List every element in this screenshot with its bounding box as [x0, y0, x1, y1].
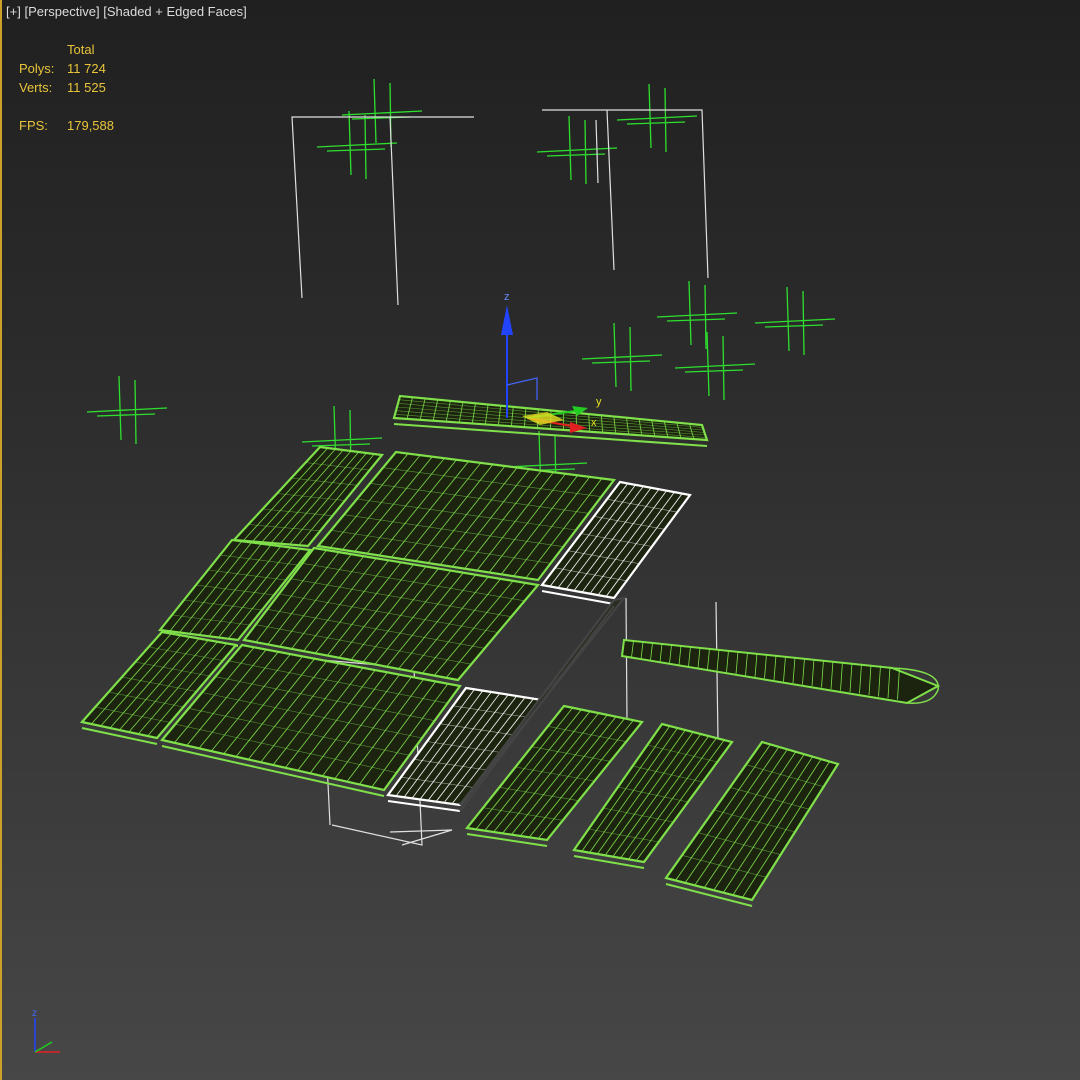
- tripod-y-axis: [34, 1041, 53, 1053]
- scene-geometry[interactable]: z yx: [2, 0, 1080, 1080]
- roof-tiles[interactable]: [79, 394, 941, 907]
- gizmo-z-arrow[interactable]: [501, 305, 513, 335]
- camera-frame-line: [389, 116, 399, 306]
- light-helper-icon[interactable]: [581, 322, 663, 392]
- light-helper-icon[interactable]: [86, 375, 168, 445]
- gizmo-plane-handle[interactable]: [506, 377, 538, 400]
- light-helper-icon[interactable]: [316, 110, 398, 180]
- camera-frame-line: [625, 597, 628, 721]
- gizmo-z-label: z: [504, 291, 510, 303]
- light-helper-icon[interactable]: [616, 83, 698, 153]
- axis-tripod: z: [32, 1008, 60, 1053]
- light-helper-icon[interactable]: [674, 331, 756, 401]
- light-helper-icon[interactable]: [656, 280, 738, 350]
- gizmo-y-label: y: [596, 396, 602, 408]
- tripod-z-label: z: [32, 1008, 37, 1019]
- light-helper-icon[interactable]: [341, 78, 423, 148]
- camera-frame-line: [595, 119, 599, 184]
- loose-ridge-tile[interactable]: [620, 638, 941, 705]
- light-helpers: [86, 78, 836, 500]
- perspective-viewport[interactable]: [+] [Perspective] [Shaded + Edged Faces]…: [0, 0, 1080, 1080]
- gizmo-x-label: x: [591, 417, 597, 429]
- light-helper-icon[interactable]: [536, 115, 618, 185]
- light-helper-icon[interactable]: [754, 286, 836, 356]
- camera-frame-line: [542, 109, 709, 279]
